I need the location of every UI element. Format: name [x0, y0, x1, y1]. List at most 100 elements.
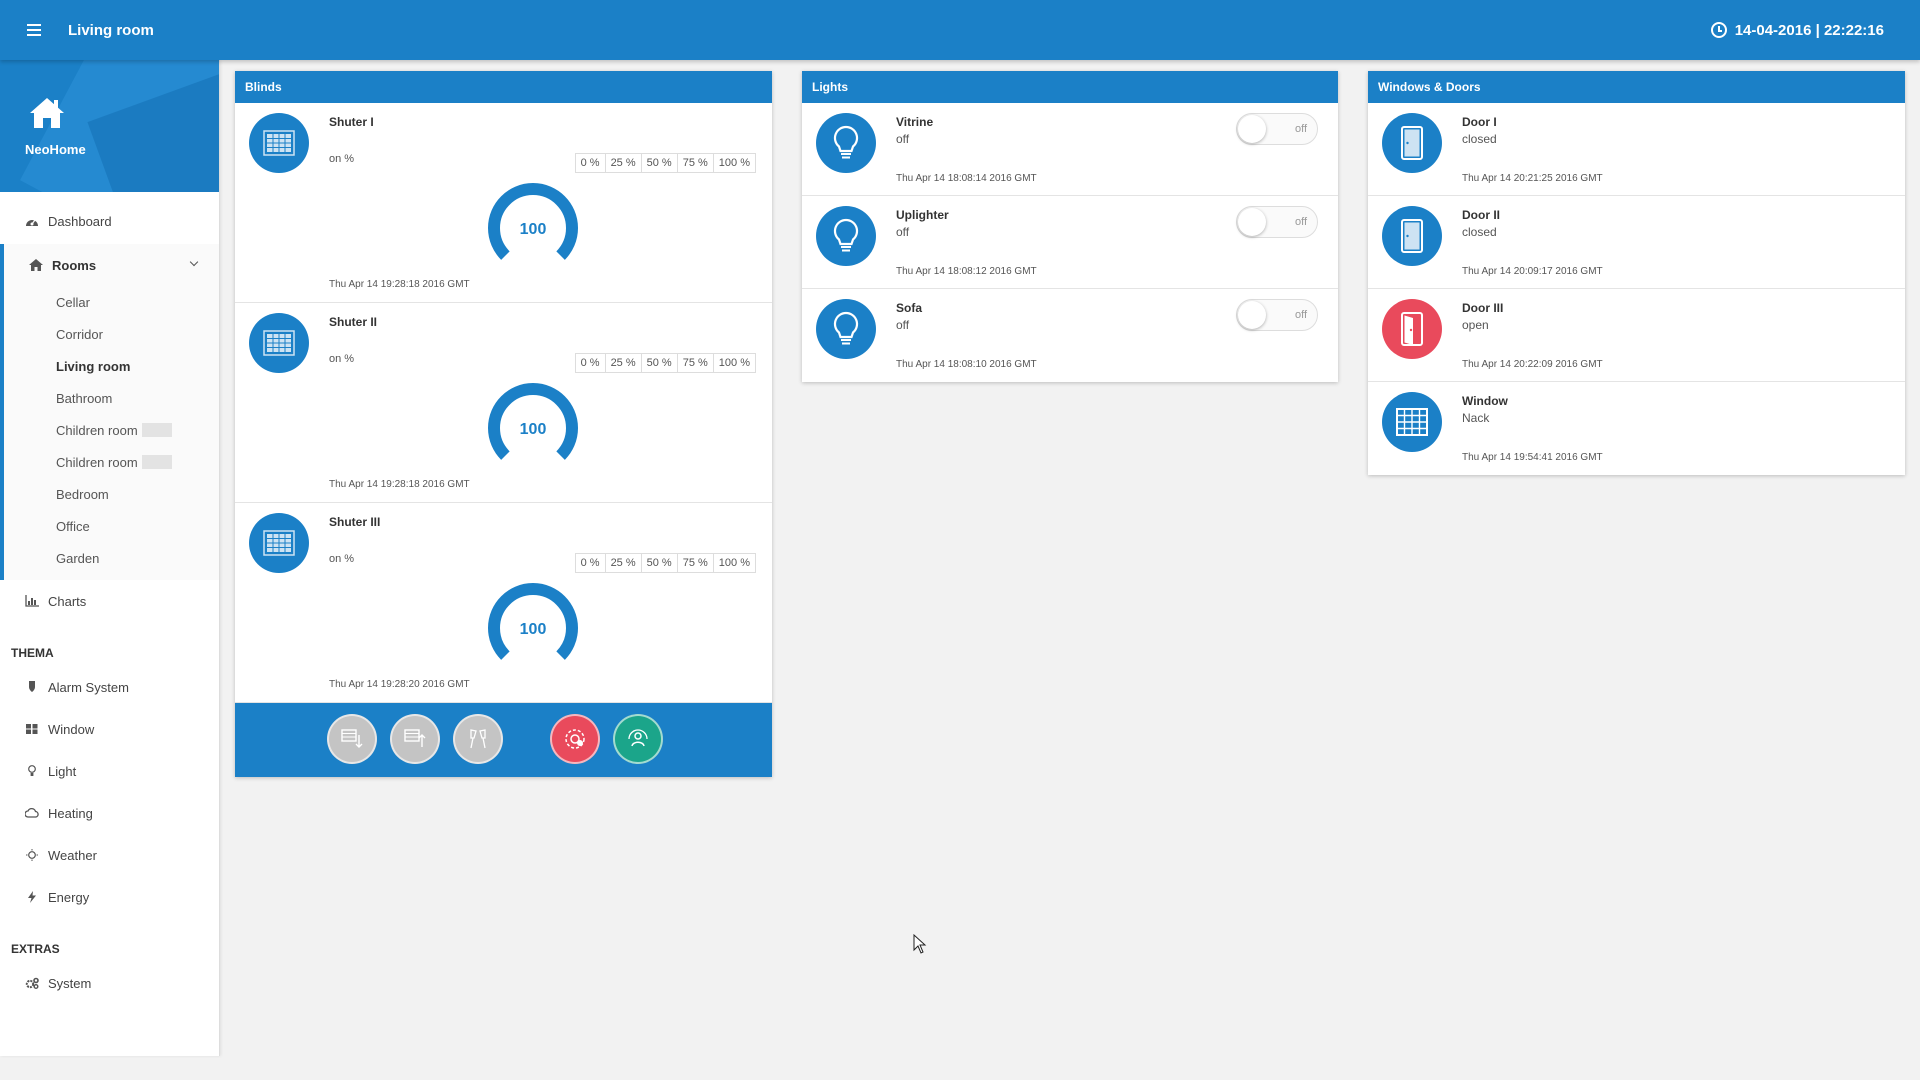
percent-75-button[interactable]: 75 % — [677, 353, 714, 373]
percent-50-button[interactable]: 50 % — [641, 553, 678, 573]
sidebar-item-label: Light — [48, 763, 77, 779]
chevron-down-icon[interactable] — [189, 257, 199, 267]
all-blinds-up-button[interactable] — [390, 714, 440, 764]
blind-row: Shuter II on % 0 % 25 % 50 % 75 % 100 % … — [235, 303, 772, 503]
room-item-living-room[interactable]: Living room — [4, 350, 219, 382]
shutter-gauge[interactable]: 100 — [488, 383, 578, 473]
percent-50-button[interactable]: 50 % — [641, 353, 678, 373]
brand[interactable]: NeoHome — [0, 60, 219, 192]
room-item-children-room-1[interactable]: Children room — [4, 414, 219, 446]
light-name: Vitrine — [896, 115, 934, 129]
door-open-icon — [1382, 299, 1442, 359]
percent-0-button[interactable]: 0 % — [574, 553, 606, 573]
sidebar-item-alarm-system[interactable]: Alarm System — [0, 666, 219, 708]
door-status: closed — [1462, 225, 1497, 239]
gauge-value: 100 — [520, 621, 547, 638]
sidebar-item-label: Weather — [48, 847, 97, 863]
sidebar-item-charts[interactable]: Charts — [0, 580, 219, 622]
light-toggle[interactable]: off — [1236, 113, 1318, 145]
datetime: 14-04-2016 | 22:22:16 — [1734, 21, 1884, 39]
sidebar-item-light[interactable]: Light — [0, 750, 219, 792]
gauge-value: 100 — [520, 421, 547, 438]
sidebar-item-label: Alarm System — [48, 679, 129, 695]
light-toggle[interactable]: off — [1236, 206, 1318, 238]
room-label: Children room — [56, 422, 138, 438]
blind-row: Shuter III on % 0 % 25 % 50 % 75 % 100 %… — [235, 503, 772, 703]
blind-timestamp: Thu Apr 14 19:28:20 2016 GMT — [329, 679, 470, 690]
sidebar-item-label: Dashboard — [48, 213, 112, 229]
top-bar: Living room 14-04-2016 | 22:22:16 — [0, 0, 1920, 60]
door-row: Door III open Thu Apr 14 20:22:09 2016 G… — [1368, 289, 1905, 382]
window-icon — [1382, 392, 1442, 452]
sidebar-item-window[interactable]: Window — [0, 708, 219, 750]
light-timestamp: Thu Apr 14 18:08:12 2016 GMT — [896, 266, 1037, 277]
percent-0-button[interactable]: 0 % — [574, 153, 606, 173]
percent-100-button[interactable]: 100 % — [713, 153, 756, 173]
percent-75-button[interactable]: 75 % — [677, 153, 714, 173]
room-item-bathroom[interactable]: Bathroom — [4, 382, 219, 414]
light-timestamp: Thu Apr 14 18:08:10 2016 GMT — [896, 359, 1037, 370]
door-timestamp: Thu Apr 14 20:21:25 2016 GMT — [1462, 173, 1603, 184]
shutter-icon — [249, 513, 309, 573]
gear-person-icon — [565, 729, 585, 749]
room-item-bedroom[interactable]: Bedroom — [4, 478, 219, 510]
room-item-cellar[interactable]: Cellar — [4, 286, 219, 318]
leave-home-button[interactable] — [550, 714, 600, 764]
room-item-children-room-2[interactable]: Children room — [4, 446, 219, 478]
percent-25-button[interactable]: 25 % — [605, 553, 642, 573]
person-cycle-icon — [628, 729, 648, 747]
percent-25-button[interactable]: 25 % — [605, 353, 642, 373]
light-name: Sofa — [896, 301, 923, 315]
blinds-down-icon — [341, 729, 363, 748]
percent-50-button[interactable]: 50 % — [641, 153, 678, 173]
sidebar-item-label: Energy — [48, 889, 90, 905]
sidebar-item-heating[interactable]: Heating — [0, 792, 219, 834]
blind-name: Shuter III — [329, 515, 381, 529]
sidebar-item-label: System — [48, 975, 92, 991]
clock: 14-04-2016 | 22:22:16 — [1710, 0, 1884, 60]
section-title-thema: THEMA — [11, 646, 54, 660]
light-row: Vitrine off off Thu Apr 14 18:08:14 2016… — [802, 103, 1338, 196]
toggle-label: off — [1294, 309, 1307, 321]
toggle-label: off — [1294, 216, 1307, 228]
percent-100-button[interactable]: 100 % — [713, 553, 756, 573]
page-title: Living room — [68, 21, 154, 39]
come-home-button[interactable] — [613, 714, 663, 764]
gears-icon — [25, 977, 39, 989]
lightbulb-icon — [816, 206, 876, 266]
sidebar-item-rooms[interactable]: Rooms — [4, 244, 219, 286]
shield-icon — [29, 681, 35, 692]
blinds-up-icon — [404, 729, 426, 747]
sidebar-item-dashboard[interactable]: Dashboard — [0, 200, 219, 242]
toggle-label: off — [1294, 123, 1307, 135]
section-title-extras: EXTRAS — [11, 942, 60, 956]
sidebar-item-system[interactable]: System — [0, 962, 219, 1004]
hamburger-menu-icon[interactable] — [14, 10, 54, 50]
gauge-value: 100 — [520, 221, 547, 238]
room-item-garden[interactable]: Garden — [4, 542, 219, 574]
windows-doors-card-title: Windows & Doors — [1368, 71, 1905, 103]
shutter-gauge[interactable]: 100 — [488, 583, 578, 673]
percent-100-button[interactable]: 100 % — [713, 353, 756, 373]
percent-25-button[interactable]: 25 % — [605, 153, 642, 173]
light-toggle[interactable]: off — [1236, 299, 1318, 331]
light-row: Uplighter off off Thu Apr 14 18:08:12 20… — [802, 196, 1338, 289]
room-item-corridor[interactable]: Corridor — [4, 318, 219, 350]
sidebar-item-label: Rooms — [52, 257, 97, 273]
all-blinds-down-button[interactable] — [327, 714, 377, 764]
sidebar-item-energy[interactable]: Energy — [0, 876, 219, 918]
sidebar-item-weather[interactable]: Weather — [0, 834, 219, 876]
party-mode-button[interactable] — [453, 714, 503, 764]
door-timestamp: Thu Apr 14 20:22:09 2016 GMT — [1462, 359, 1603, 370]
percent-button-group: 0 % 25 % 50 % 75 % 100 % — [574, 353, 756, 373]
blind-timestamp: Thu Apr 14 19:28:18 2016 GMT — [329, 279, 470, 290]
shutter-gauge[interactable]: 100 — [488, 183, 578, 273]
percent-75-button[interactable]: 75 % — [677, 553, 714, 573]
room-item-office[interactable]: Office — [4, 510, 219, 542]
percent-0-button[interactable]: 0 % — [574, 353, 606, 373]
lights-card: Lights Vitrine off off Thu Apr 14 18:08:… — [802, 71, 1338, 382]
windows-doors-card: Windows & Doors Door I closed Thu Apr 14… — [1368, 71, 1905, 475]
clock-icon — [1710, 22, 1727, 38]
door-row: Door II closed Thu Apr 14 20:09:17 2016 … — [1368, 196, 1905, 289]
percent-button-group: 0 % 25 % 50 % 75 % 100 % — [574, 153, 756, 173]
